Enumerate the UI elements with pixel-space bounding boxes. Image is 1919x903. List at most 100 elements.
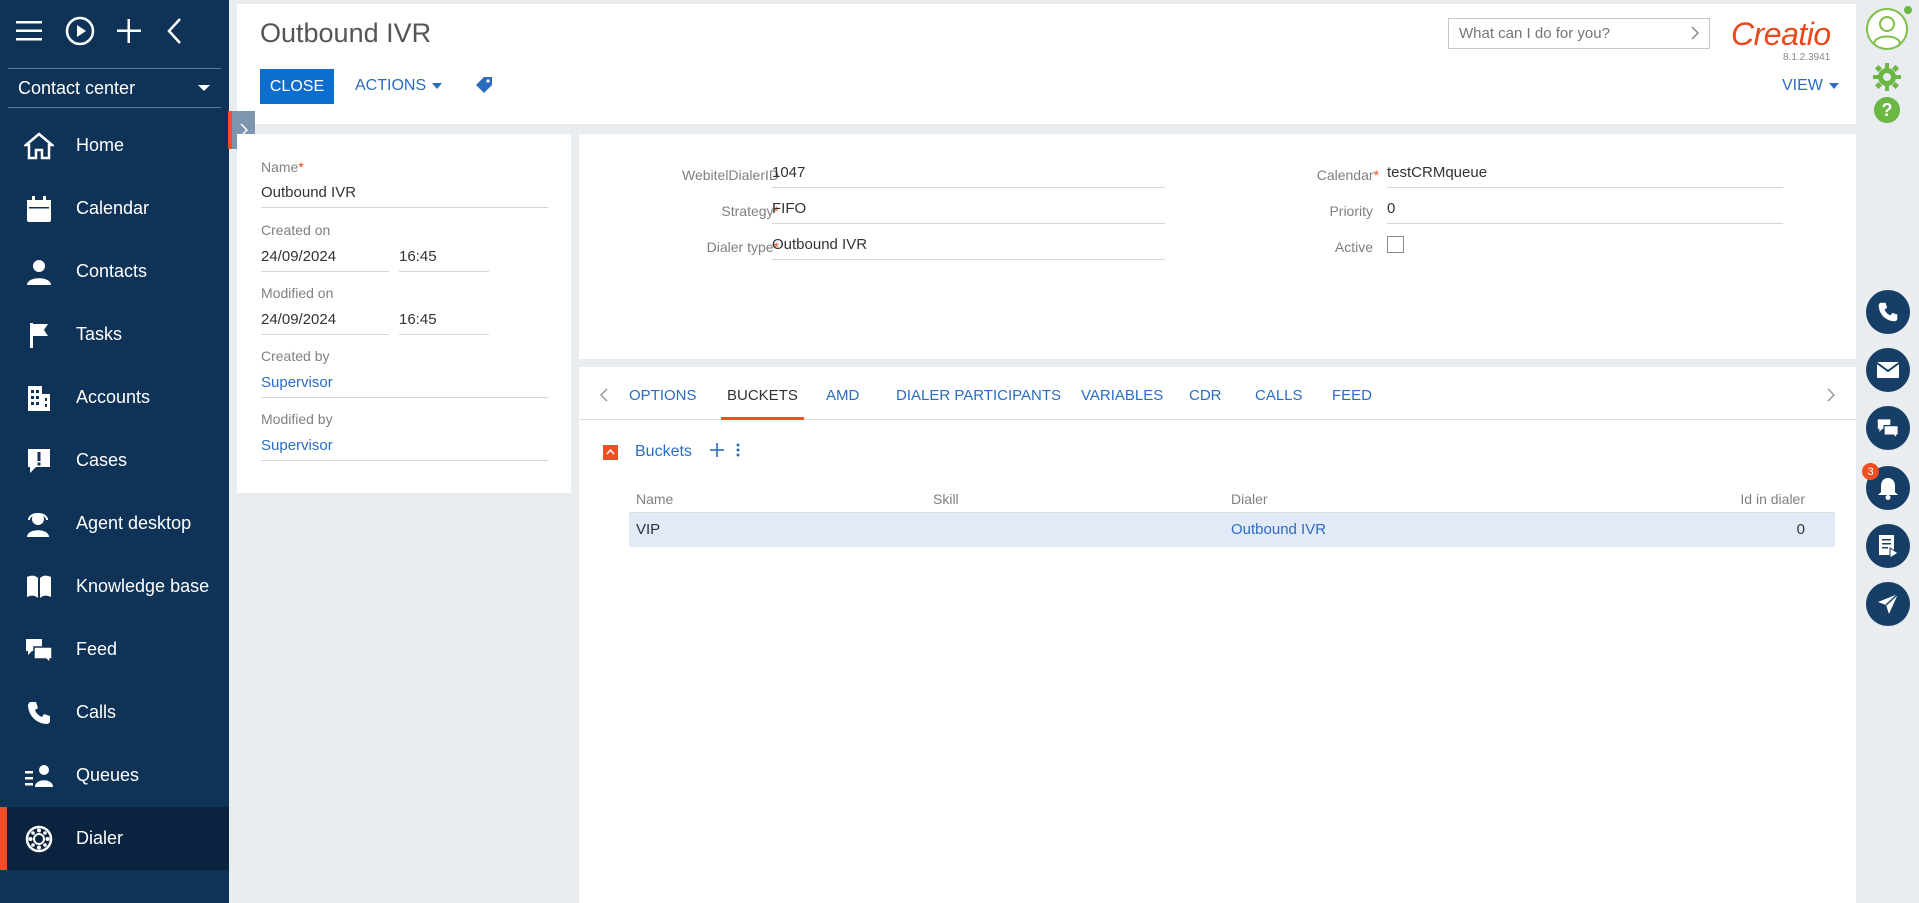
user-profile-button[interactable] <box>1866 8 1908 50</box>
plus-icon <box>116 19 141 43</box>
email-button[interactable] <box>1866 348 1910 392</box>
close-button[interactable]: CLOSE <box>260 69 334 104</box>
tab-options[interactable]: OPTIONS <box>629 387 697 420</box>
buckets-detail-title[interactable]: Buckets <box>635 443 692 461</box>
documents-button[interactable] <box>1866 524 1910 568</box>
tab-variables[interactable]: VARIABLES <box>1081 387 1163 420</box>
sidebar-item-queues[interactable]: Queues <box>0 744 229 807</box>
tab-bar: OPTIONS BUCKETS AMD DIALER PARTICIPANTS … <box>579 367 1856 420</box>
process-button[interactable] <box>64 11 114 51</box>
phone-button[interactable] <box>1866 290 1910 334</box>
tab-amd[interactable]: AMD <box>826 387 859 420</box>
sidebar-item-contacts[interactable]: Contacts <box>0 240 229 303</box>
sidebar-item-feed[interactable]: Feed <box>0 618 229 681</box>
sidebar: Contact center Home Calendar Contacts Ta… <box>0 0 229 903</box>
modified-on-label: Modified on <box>261 285 334 301</box>
sidebar-item-calendar[interactable]: Calendar <box>0 177 229 240</box>
envelope-icon <box>1876 362 1900 378</box>
sidebar-item-label: Calls <box>76 702 117 722</box>
chevron-left-icon <box>599 388 608 402</box>
svg-text:?: ? <box>1882 100 1893 120</box>
sidebar-item-label: Knowledge base <box>76 576 210 596</box>
tab-cdr[interactable]: CDR <box>1189 387 1222 420</box>
tabs-scroll-right[interactable] <box>1826 387 1836 407</box>
tab-calls[interactable]: CALLS <box>1255 387 1303 420</box>
sidebar-item-label: Calendar <box>76 198 150 218</box>
settings-button[interactable] <box>1872 62 1902 96</box>
building-icon <box>28 385 50 411</box>
actions-button[interactable]: ACTIONS <box>355 77 443 95</box>
priority-field[interactable]: 0 <box>1387 200 1783 224</box>
calendar-field[interactable]: testCRMqueue <box>1387 164 1783 188</box>
sidebar-item-accounts[interactable]: Accounts <box>0 366 229 429</box>
chevron-left-icon <box>167 18 181 44</box>
send-button[interactable] <box>1866 582 1910 626</box>
command-search-input[interactable] <box>1459 25 1684 42</box>
avatar-icon <box>1873 16 1901 45</box>
add-button[interactable] <box>115 11 165 51</box>
buckets-grid: Name Skill Dialer Id in dialer VIP Outbo… <box>629 485 1835 547</box>
sidebar-item-knowledge-base[interactable]: Knowledge base <box>0 555 229 618</box>
tab-buckets[interactable]: BUCKETS <box>721 387 804 420</box>
column-header-dialer[interactable]: Dialer <box>1231 491 1268 507</box>
strategy-field[interactable]: FIFO <box>772 200 1165 224</box>
sidebar-item-agent-desktop[interactable]: Agent desktop <box>0 492 229 555</box>
view-button[interactable]: VIEW <box>1782 77 1839 95</box>
calendar-icon <box>27 195 51 222</box>
sidebar-item-label: Accounts <box>76 387 151 407</box>
paper-plane-icon <box>1878 593 1899 614</box>
sidebar-item-label: Cases <box>76 450 128 470</box>
communication-rail <box>1863 0 1919 903</box>
chat-button[interactable] <box>1866 406 1910 450</box>
tag-icon <box>476 77 492 93</box>
flag-icon <box>30 322 48 348</box>
name-field[interactable]: Outbound IVR <box>261 184 548 208</box>
row-id-in-dialer: 0 <box>1796 521 1805 538</box>
menu-button[interactable] <box>14 11 64 51</box>
workspace-selector[interactable]: Contact center <box>8 68 221 108</box>
notification-count-badge: 3 <box>1862 463 1879 480</box>
sidebar-item-calls[interactable]: Calls <box>0 681 229 744</box>
sidebar-item-dialer[interactable]: Dialer <box>0 807 229 870</box>
strategy-label: Strategy* <box>721 203 779 219</box>
modified-time-field[interactable]: 16:45 <box>399 311 489 335</box>
help-button[interactable]: ? <box>1873 96 1901 128</box>
command-search[interactable] <box>1448 18 1710 49</box>
buckets-collapse-button[interactable] <box>603 444 618 460</box>
tab-dialer-participants[interactable]: DIALER PARTICIPANTS <box>896 387 1061 420</box>
tag-button[interactable] <box>475 76 493 98</box>
tab-feed[interactable]: FEED <box>1332 387 1372 420</box>
dialer-type-field[interactable]: Outbound IVR <box>772 236 1165 260</box>
sidebar-item-home[interactable]: Home <box>0 114 229 177</box>
modified-by-link[interactable]: Supervisor <box>261 437 548 461</box>
modified-date-field[interactable]: 24/09/2024 <box>261 311 389 335</box>
sidebar-item-label: Dialer <box>76 828 124 848</box>
created-by-label: Created by <box>261 348 330 364</box>
buckets-menu-button[interactable] <box>736 443 740 461</box>
sidebar-item-tasks[interactable]: Tasks <box>0 303 229 366</box>
created-time-field[interactable]: 16:45 <box>399 248 489 272</box>
version-label: 8.1.2.3941 <box>1783 52 1831 63</box>
dialer-icon <box>25 825 53 852</box>
column-header-skill[interactable]: Skill <box>933 491 959 507</box>
sidebar-nav: Home Calendar Contacts Tasks Accounts Ca… <box>0 114 229 870</box>
column-header-id-in-dialer[interactable]: Id in dialer <box>1740 491 1805 507</box>
sidebar-toolbar <box>0 0 229 62</box>
caret-down-icon <box>1828 83 1839 89</box>
column-header-name[interactable]: Name <box>636 491 673 507</box>
add-bucket-button[interactable] <box>709 443 724 461</box>
sidebar-item-cases[interactable]: Cases <box>0 429 229 492</box>
row-name: VIP <box>636 521 661 538</box>
dialer-id-field[interactable]: 1047 <box>772 164 1165 188</box>
sidebar-item-label: Agent desktop <box>76 513 192 533</box>
tabs-scroll-left[interactable] <box>599 387 609 407</box>
tabs-card: OPTIONS BUCKETS AMD DIALER PARTICIPANTS … <box>579 367 1856 903</box>
collapse-sidebar-button[interactable] <box>165 11 215 51</box>
row-dialer-link[interactable]: Outbound IVR <box>1231 521 1326 538</box>
table-row[interactable]: VIP Outbound IVR 0 <box>629 513 1835 547</box>
sidebar-item-label: Home <box>76 135 125 155</box>
active-checkbox[interactable] <box>1387 236 1404 253</box>
chevron-right-icon[interactable] <box>1689 24 1701 42</box>
created-by-link[interactable]: Supervisor <box>261 374 548 398</box>
created-date-field[interactable]: 24/09/2024 <box>261 248 389 272</box>
